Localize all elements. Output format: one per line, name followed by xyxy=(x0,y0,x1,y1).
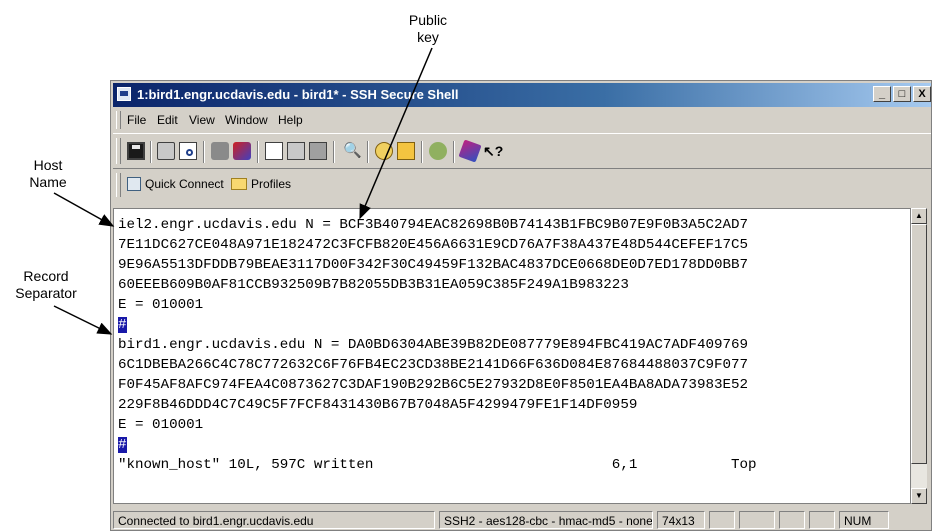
host-name-arrow xyxy=(53,192,115,227)
annotation-arrows xyxy=(53,47,433,335)
public-key-arrow xyxy=(359,47,433,220)
record-separator-arrow xyxy=(53,305,113,335)
